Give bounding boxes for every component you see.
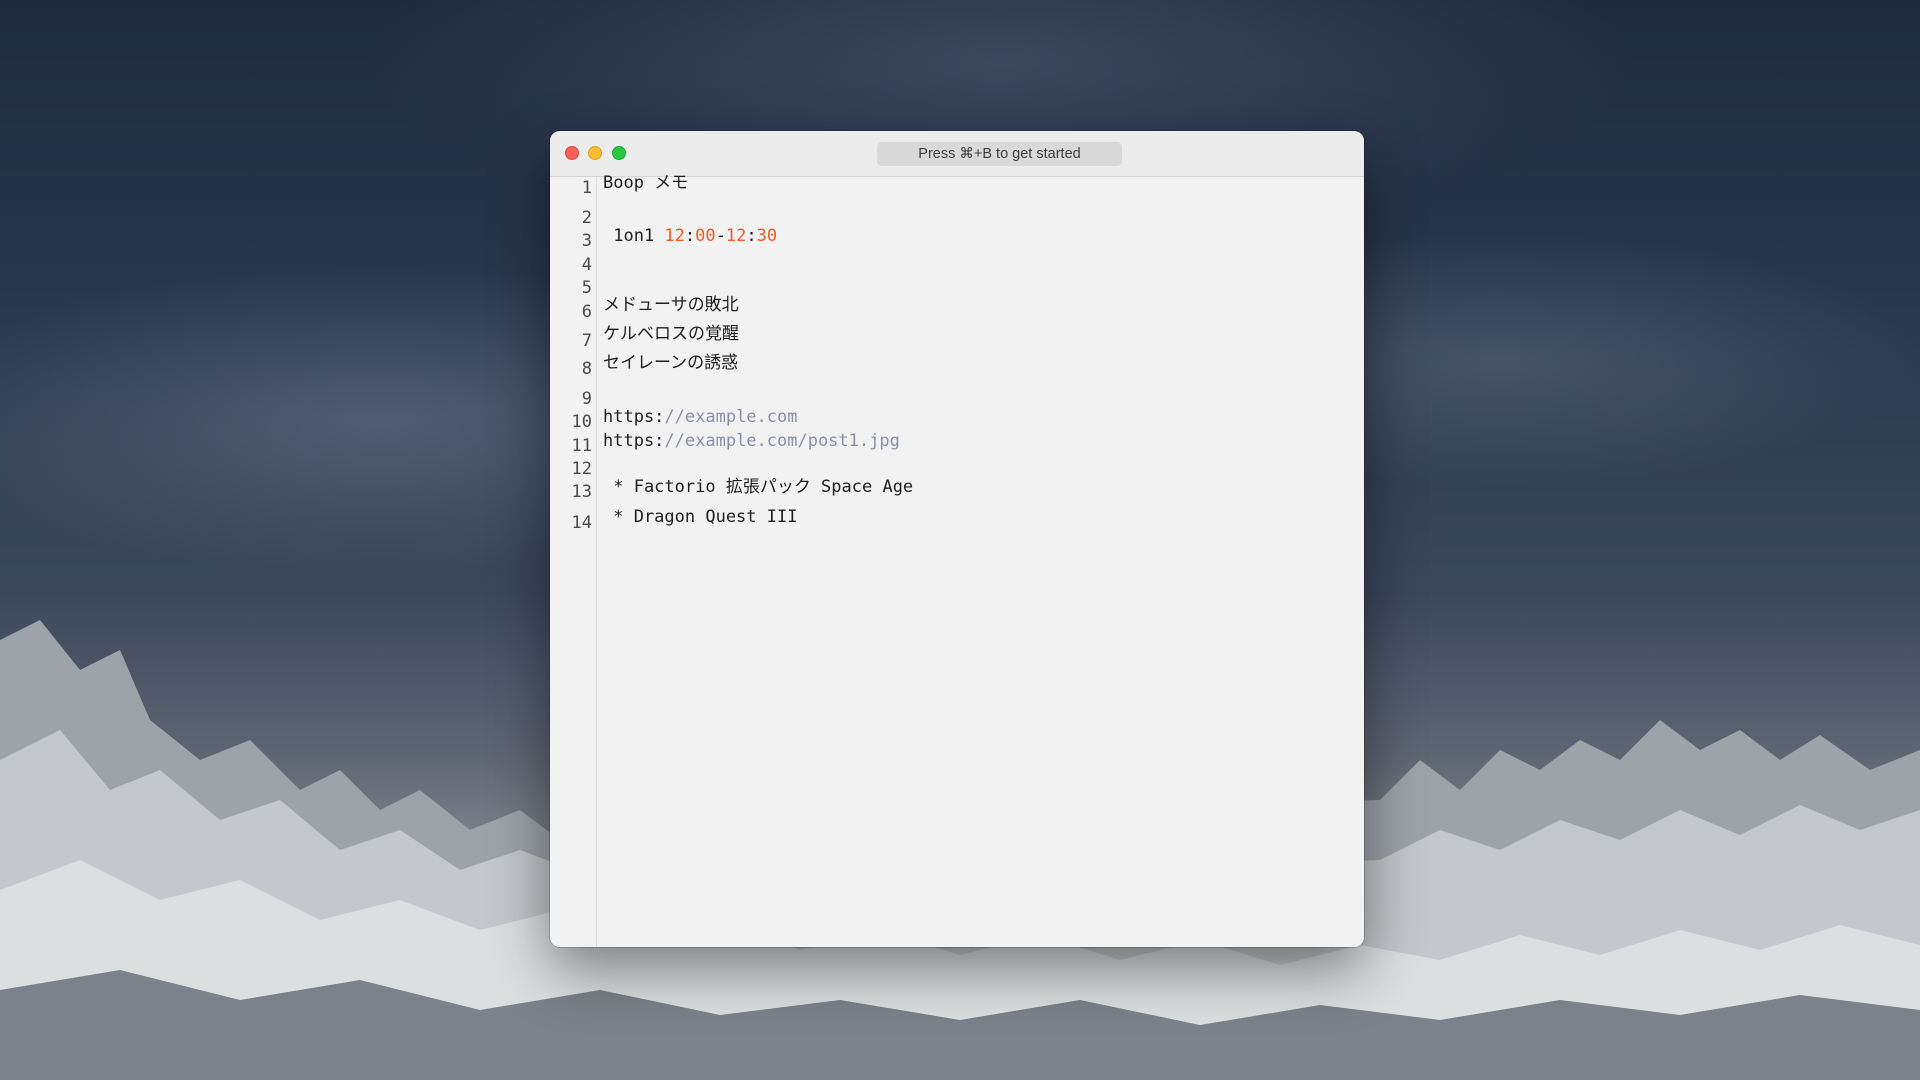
code-line: ケルベロスの覚醒 [603,324,739,344]
zoom-window-button[interactable] [612,146,626,160]
line-number: 4 [581,255,592,275]
code-text: : [746,226,757,246]
line-number: 2 [581,208,592,228]
line-number: 13 [571,482,592,502]
url-scheme: https: [603,431,665,451]
url-link[interactable]: //example.com [664,407,797,427]
line-number: 10 [571,412,592,432]
number-token: 30 [756,226,778,246]
code-text: - [715,226,726,246]
line-number: 7 [581,331,592,351]
url-link[interactable]: //example.com/post1.jpg [664,431,899,451]
code-text: 1on1 [603,226,665,246]
line-number: 1 [581,178,592,198]
url-scheme: https: [603,407,665,427]
code-line: * Factorio 拡張パック Space Age [603,477,914,497]
code-line: Boop メモ [603,173,689,193]
number-token: 12 [664,226,685,246]
code-line: * Dragon Quest III [603,507,798,527]
code-line: セイレーンの誘惑 [603,353,739,373]
line-number: 6 [581,302,592,322]
code-line-time: 1on1 12:00-12:30 [603,225,777,247]
line-number: 3 [581,231,592,251]
close-window-button[interactable] [565,146,579,160]
code-text: : [684,226,696,246]
line-number: 12 [571,459,592,479]
line-number: 9 [581,389,592,409]
text-editor[interactable]: 1 2 3 4 5 6 7 8 9 10 11 12 13 14 Boop メモ… [550,173,1364,947]
code-line: メドューサの敗北 [603,295,739,315]
number-token: 12 [725,226,747,246]
boop-window: Press ⌘+B to get started 1 2 3 4 5 6 7 8… [550,131,1364,947]
line-number: 14 [571,513,592,533]
code-line-url: https://example.com [603,406,797,428]
title-bar: Press ⌘+B to get started [550,131,1364,177]
line-number: 11 [571,436,592,456]
line-number: 8 [581,359,592,379]
command-palette-hint[interactable]: Press ⌘+B to get started [877,142,1122,166]
code-line-url: https://example.com/post1.jpg [603,430,900,452]
minimize-window-button[interactable] [588,146,602,160]
line-number: 5 [581,278,592,298]
number-token: 00 [695,226,716,246]
line-number-gutter: 1 2 3 4 5 6 7 8 9 10 11 12 13 14 [550,177,597,947]
